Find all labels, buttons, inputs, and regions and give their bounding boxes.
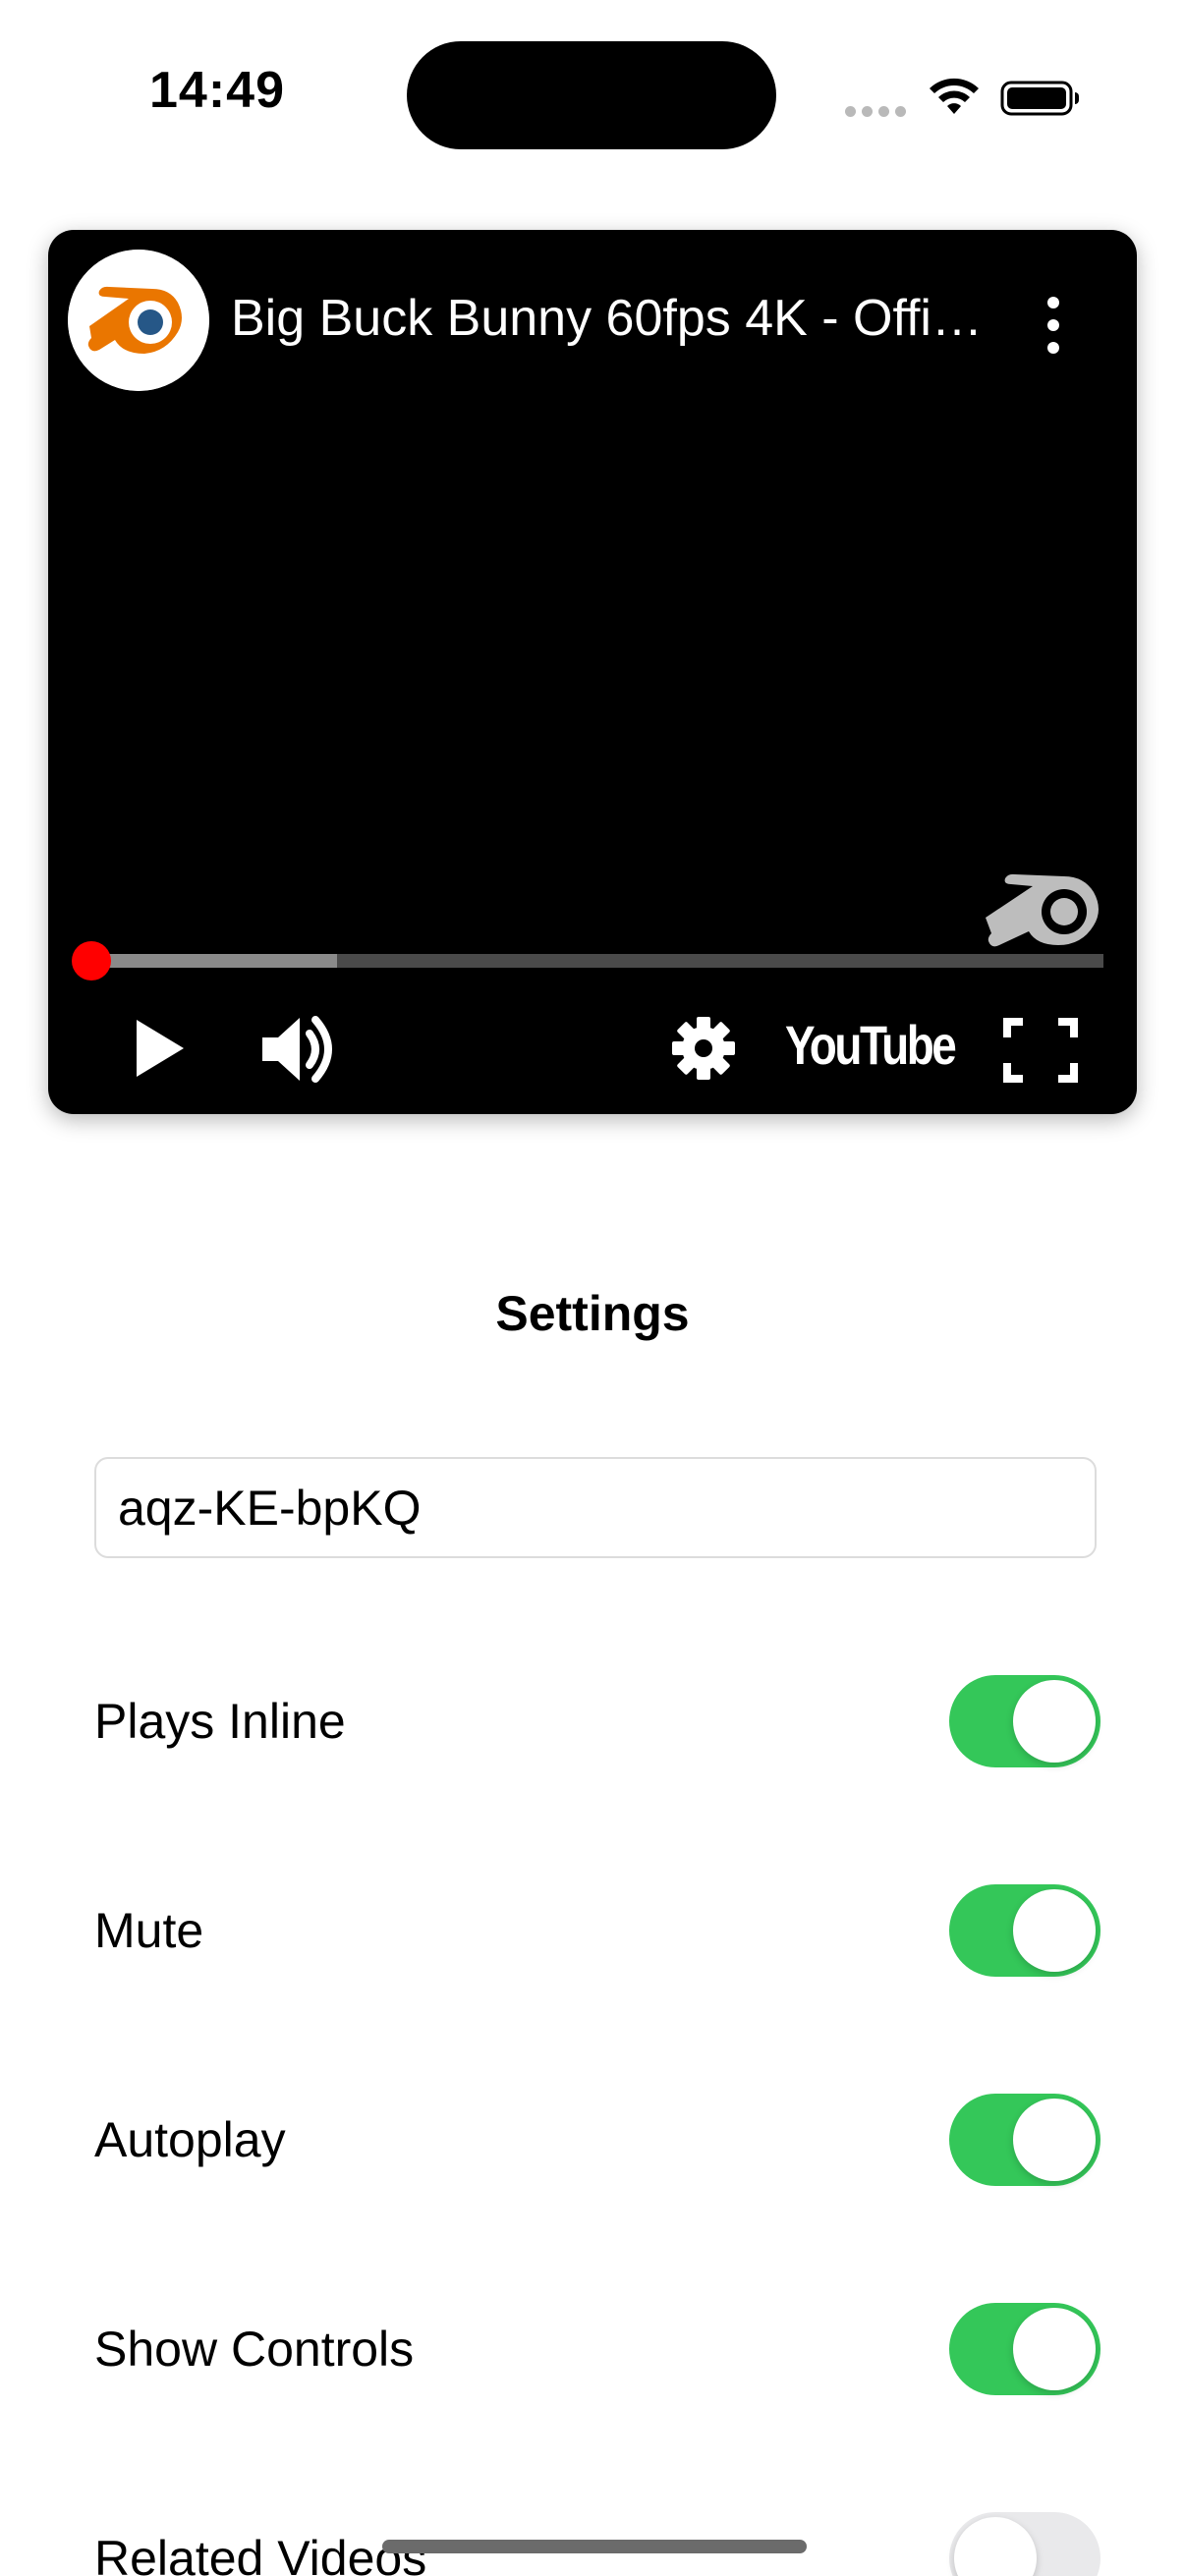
- cellular-signal-icon: [845, 106, 908, 118]
- video-title[interactable]: Big Buck Bunny 60fps 4K - Offi…: [231, 289, 997, 348]
- related-videos-switch[interactable]: [949, 2512, 1100, 2576]
- toggle-row-plays-inline: Plays Inline: [94, 1672, 1100, 1770]
- battery-icon: [1000, 81, 1079, 116]
- autoplay-switch[interactable]: [949, 2094, 1100, 2186]
- progress-buffered: [82, 954, 337, 968]
- more-options-button[interactable]: [1031, 293, 1076, 358]
- blender-logo-icon: [68, 250, 209, 391]
- channel-avatar[interactable]: [68, 250, 209, 391]
- toggle-row-autoplay: Autoplay: [94, 2091, 1100, 2189]
- toggle-label: Related Videos: [94, 2531, 427, 2576]
- toggle-row-mute: Mute: [94, 1881, 1100, 1980]
- progress-bar[interactable]: [82, 954, 1103, 968]
- video-player[interactable]: Big Buck Bunny 60fps 4K - Offi… YouTube: [48, 230, 1137, 1114]
- youtube-logo[interactable]: YouTube: [785, 1006, 957, 1085]
- plays-inline-switch[interactable]: [949, 1675, 1100, 1767]
- status-time: 14:49: [149, 62, 285, 119]
- progress-scrubber-handle[interactable]: [72, 941, 112, 980]
- toggle-label: Plays Inline: [94, 1694, 346, 1749]
- toggle-label: Mute: [94, 1903, 204, 1958]
- home-indicator[interactable]: [382, 2540, 807, 2553]
- gear-icon[interactable]: [667, 1012, 740, 1085]
- video-id-input[interactable]: [94, 1457, 1097, 1558]
- toggle-label: Show Controls: [94, 2322, 415, 2377]
- toggle-label: Autoplay: [94, 2112, 286, 2167]
- wifi-icon: [930, 78, 979, 114]
- show-controls-switch[interactable]: [949, 2303, 1100, 2395]
- volume-icon[interactable]: [256, 1012, 345, 1087]
- mute-switch[interactable]: [949, 1884, 1100, 1977]
- dynamic-island: [407, 41, 776, 149]
- channel-watermark-icon[interactable]: [982, 847, 1109, 955]
- play-icon[interactable]: [123, 1014, 192, 1083]
- screen: 14:49 Big Buck Bunny 60fps 4K - Offi… Yo…: [0, 0, 1185, 2576]
- toggle-row-show-controls: Show Controls: [94, 2300, 1100, 2398]
- fullscreen-icon[interactable]: [1001, 1016, 1080, 1085]
- settings-title: Settings: [495, 1286, 690, 1341]
